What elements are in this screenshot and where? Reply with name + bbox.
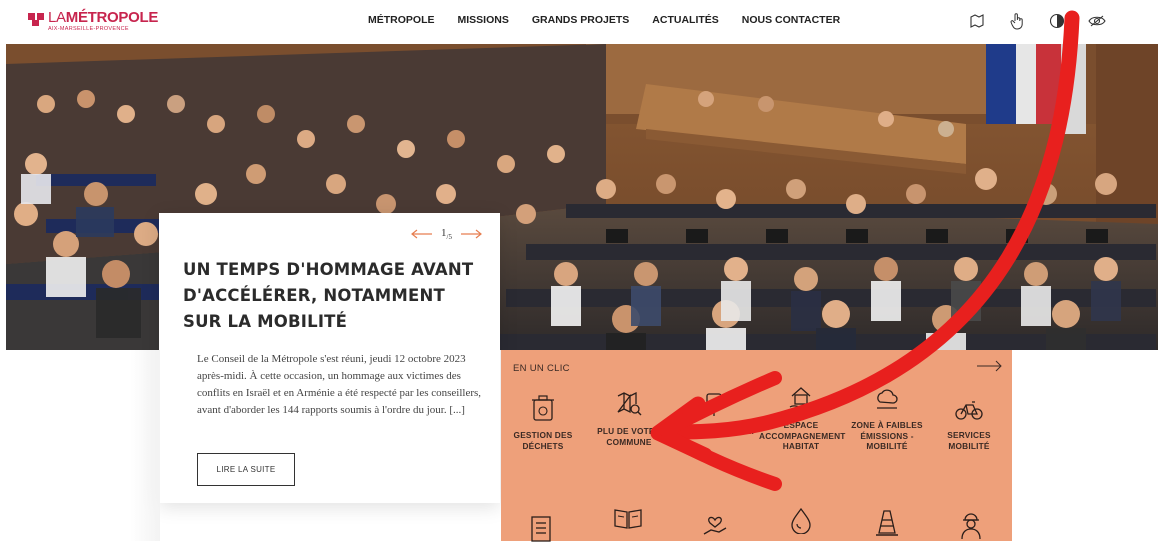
quick-link-services-mobilite[interactable]: SERVICES MOBILITÉ bbox=[927, 398, 1011, 451]
trash-bin-icon bbox=[532, 395, 554, 421]
slide-counter: 1/5 bbox=[441, 227, 452, 242]
traffic-cone-icon[interactable] bbox=[873, 508, 901, 538]
map-search-icon bbox=[617, 391, 642, 416]
quick-link-zfe-mobilite[interactable]: ZONE À FAIBLES ÉMISSIONS - MOBILITÉ bbox=[845, 384, 929, 452]
header-tools bbox=[968, 12, 1128, 30]
quick-link-label: SERVICES MOBILITÉ bbox=[947, 430, 991, 451]
nav-item-actualites[interactable]: ACTUALITÉS bbox=[652, 14, 719, 26]
slider-pager: 1/5 bbox=[411, 227, 482, 241]
card-shadow bbox=[130, 350, 160, 541]
logo-text: LAMÉTROPOLE bbox=[48, 9, 159, 26]
contrast-icon[interactable] bbox=[1048, 12, 1066, 30]
site-header: LAMÉTROPOLE AIX-MARSEILLE-PROVENCE MÉTRO… bbox=[0, 0, 1158, 44]
quick-link-plan[interactable]: PLAN DE PLANIF... bbox=[673, 390, 757, 437]
nav-item-missions[interactable]: MISSIONS bbox=[458, 14, 509, 26]
metropole-logo[interactable]: LAMÉTROPOLE AIX-MARSEILLE-PROVENCE bbox=[28, 9, 158, 35]
water-drop-icon[interactable] bbox=[787, 506, 815, 534]
slide-description: Le Conseil de la Métropole s'est réuni, … bbox=[197, 353, 482, 416]
hand-pointer-icon[interactable] bbox=[1008, 12, 1026, 30]
quick-link-espace-habitat[interactable]: ESPACE ACCOMPAGNEMENT HABITAT bbox=[759, 384, 846, 452]
quick-link-label: ESPACE ACCOMPAGNEMENT HABITAT bbox=[759, 420, 846, 451]
arrow-right-icon[interactable] bbox=[976, 359, 1002, 373]
main-nav: MÉTROPOLE MISSIONS GRANDS PROJETS ACTUAL… bbox=[368, 14, 863, 26]
quick-link-label: PLAN DE PLANIF... bbox=[675, 426, 755, 436]
map-icon[interactable] bbox=[968, 12, 986, 30]
nav-item-grands-projets[interactable]: GRANDS PROJETS bbox=[532, 14, 629, 26]
quick-link-label: GESTION DES DÉCHETS bbox=[513, 430, 573, 451]
logo-subtitle: AIX-MARSEILLE-PROVENCE bbox=[48, 26, 129, 32]
bicycle-icon bbox=[955, 401, 983, 420]
quick-links-panel: EN UN CLIC GESTION DES DÉCHETS PLU DE VO… bbox=[501, 350, 1012, 542]
news-slider-card: 1/5 UN TEMPS D'HOMMAGE AVANT D'ACCÉLÉRER… bbox=[159, 213, 500, 503]
quick-link-label: ZONE À FAIBLES ÉMISSIONS - MOBILITÉ bbox=[851, 420, 923, 451]
slide-title: UN TEMPS D'HOMMAGE AVANT D'ACCÉLÉRER, NO… bbox=[183, 260, 474, 331]
arrow-right-icon[interactable] bbox=[460, 229, 482, 239]
quick-link-plu-commune[interactable]: PLU DE VOTRE COMMUNE bbox=[587, 390, 671, 447]
nav-item-metropole[interactable]: MÉTROPOLE bbox=[368, 14, 435, 26]
open-book-icon[interactable] bbox=[613, 506, 643, 532]
quick-link-gestion-dechets[interactable]: GESTION DES DÉCHETS bbox=[501, 394, 585, 451]
nav-item-nous-contacter[interactable]: NOUS CONTACTER bbox=[742, 14, 840, 26]
worker-icon[interactable] bbox=[957, 510, 985, 540]
hand-heart-icon[interactable] bbox=[701, 510, 729, 538]
bus-stop-icon bbox=[706, 393, 722, 416]
emission-cloud-icon bbox=[877, 389, 898, 409]
quick-link-label: PLU DE VOTRE COMMUNE bbox=[597, 426, 661, 447]
logo-mark-icon bbox=[28, 13, 44, 26]
quick-links-title: EN UN CLIC bbox=[513, 363, 570, 374]
read-more-button[interactable]: LIRE LA SUITE bbox=[197, 453, 295, 486]
house-hand-icon bbox=[789, 387, 813, 408]
arrow-left-icon[interactable] bbox=[411, 229, 433, 239]
eye-icon[interactable] bbox=[1088, 12, 1106, 30]
newspaper-icon[interactable] bbox=[528, 514, 556, 542]
